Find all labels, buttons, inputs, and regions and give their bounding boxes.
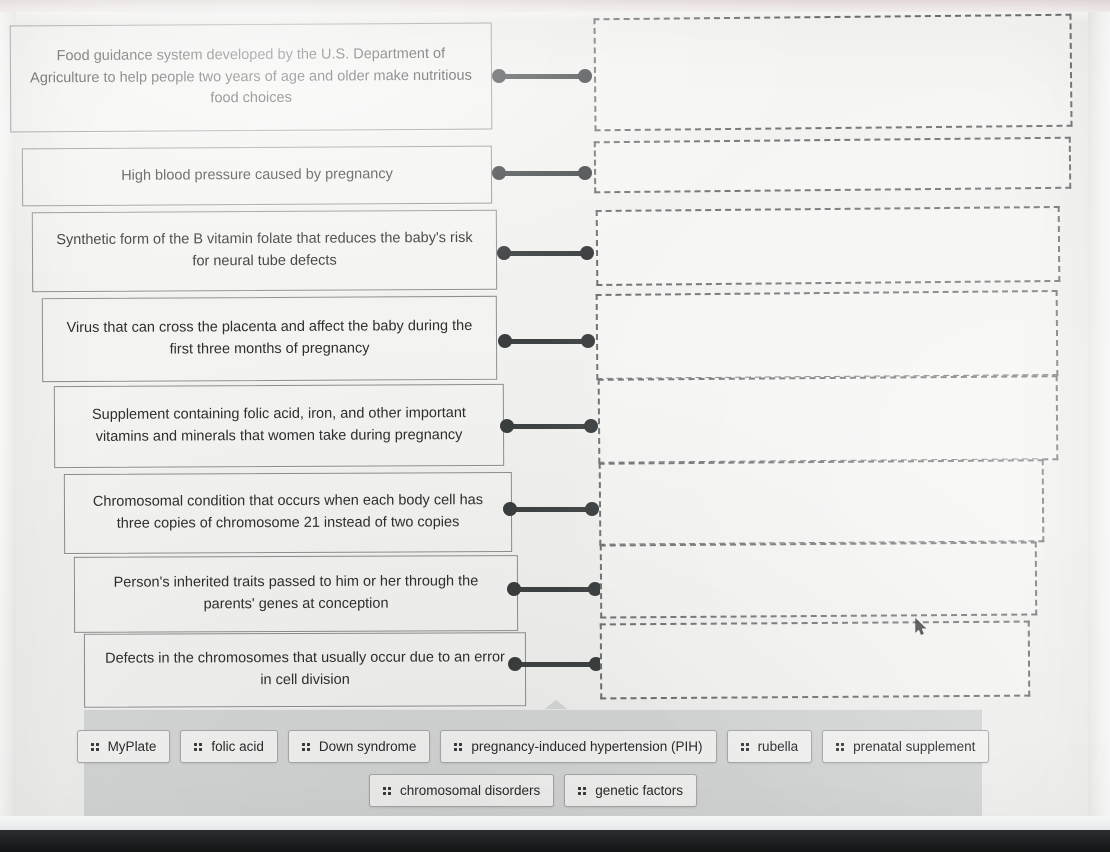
answer-chip-label: prenatal supplement <box>853 739 976 754</box>
answer-drop-zone[interactable] <box>597 375 1059 464</box>
drag-handle-icon[interactable] <box>194 742 203 751</box>
answer-chip[interactable]: pregnancy-induced hypertension (PIH) <box>440 730 717 763</box>
prompt-box: Synthetic form of the B vitamin folate t… <box>31 209 498 293</box>
match-connector[interactable] <box>498 333 595 349</box>
answer-bank-row-2: chromosomal disorders genetic factors <box>84 774 982 807</box>
answer-bank-row-1: MyPlate folic acid Down syndrome pregnancy-… <box>76 730 990 763</box>
prompt-box: Person's inherited traits passed to him … <box>73 555 519 633</box>
connector-bar <box>513 586 596 592</box>
drag-handle-icon[interactable] <box>578 786 587 795</box>
connector-knob-left[interactable] <box>492 69 506 83</box>
connector-knob-left[interactable] <box>497 246 511 260</box>
connector-bar <box>504 338 589 344</box>
prompt-text: Chromosomal condition that occurs when e… <box>92 492 484 532</box>
answer-chip[interactable]: rubella <box>726 730 813 763</box>
answer-chip[interactable]: chromosomal disorders <box>368 774 555 807</box>
connector-knob-right[interactable] <box>584 419 598 433</box>
answer-chip-label: pregnancy-induced hypertension (PIH) <box>471 739 703 754</box>
prompt-box: High blood pressure caused by pregnancy <box>21 145 493 207</box>
photographed-screen: Food guidance system developed by the U.… <box>0 0 1110 852</box>
connector-bar <box>509 506 593 512</box>
prompt-box: Food guidance system developed by the U.… <box>9 22 493 133</box>
answer-chip[interactable]: folic acid <box>180 730 278 763</box>
answer-bank-tray: MyPlate folic acid Down syndrome pregnancy-… <box>76 709 990 825</box>
prompt-box: Chromosomal condition that occurs when e… <box>63 472 513 554</box>
connector-knob-right[interactable] <box>585 502 599 516</box>
match-connector[interactable] <box>507 581 602 597</box>
answer-chip-label: chromosomal disorders <box>399 783 541 798</box>
prompt-box: Virus that can cross the placenta and af… <box>41 295 498 383</box>
connector-knob-left[interactable] <box>500 419 514 433</box>
answer-drop-zone[interactable] <box>599 541 1038 619</box>
answer-chip-label: rubella <box>757 739 799 754</box>
connector-knob-right[interactable] <box>578 166 592 180</box>
connector-knob-right[interactable] <box>581 334 595 348</box>
prompt-box: Supplement containing folic acid, iron, … <box>53 383 505 469</box>
answer-drop-zone[interactable] <box>598 459 1045 546</box>
connector-bar <box>503 250 588 256</box>
connector-bar <box>514 661 597 667</box>
screen-bottom-bezel <box>0 830 1110 852</box>
prompt-box: Defects in the chromosomes that usually … <box>83 632 527 708</box>
prompt-text: High blood pressure caused by pregnancy <box>121 166 393 184</box>
match-connector[interactable] <box>500 418 598 434</box>
answer-chip[interactable]: genetic factors <box>564 774 698 807</box>
connector-bar <box>506 423 592 429</box>
drag-handle-icon[interactable] <box>301 742 310 751</box>
drag-handle-icon[interactable] <box>90 742 99 751</box>
prompt-text: Virus that can cross the placenta and af… <box>66 318 473 358</box>
answer-drop-zone[interactable] <box>599 620 1031 700</box>
answer-chip-label: MyPlate <box>107 739 157 754</box>
connector-bar <box>498 170 586 176</box>
answer-drop-zone[interactable] <box>593 13 1073 132</box>
connector-knob-left[interactable] <box>492 166 506 180</box>
drag-handle-icon[interactable] <box>740 742 749 751</box>
connector-knob-right[interactable] <box>580 246 594 260</box>
drag-handle-icon[interactable] <box>836 742 845 751</box>
connector-knob-right[interactable] <box>578 69 592 83</box>
prompt-text: Defects in the chromosomes that usually … <box>105 649 505 689</box>
prompt-text: Synthetic form of the B vitamin folate t… <box>56 230 473 270</box>
match-connector[interactable] <box>497 245 594 261</box>
prompt-text: Supplement containing folic acid, iron, … <box>91 405 466 445</box>
answer-chip-label: genetic factors <box>595 783 684 798</box>
answer-chip[interactable]: Down syndrome <box>287 730 431 763</box>
drag-handle-icon[interactable] <box>454 742 463 751</box>
prompt-text: Person's inherited traits passed to him … <box>113 573 479 613</box>
connector-knob-left[interactable] <box>508 657 522 671</box>
answer-drop-zone[interactable] <box>593 136 1072 194</box>
answer-chip[interactable]: MyPlate <box>76 730 171 763</box>
answer-chip-label: folic acid <box>211 739 264 754</box>
match-connector[interactable] <box>492 68 592 84</box>
drag-handle-icon[interactable] <box>382 786 391 795</box>
connector-knob-left[interactable] <box>498 334 512 348</box>
prompt-text: Food guidance system developed by the U.… <box>30 45 472 107</box>
answer-chip[interactable]: prenatal supplement <box>822 730 990 763</box>
connector-knob-left[interactable] <box>503 502 517 516</box>
connector-bar <box>498 73 586 79</box>
match-connector[interactable] <box>508 656 603 672</box>
answer-chip-label: Down syndrome <box>318 739 417 754</box>
answer-drop-zone[interactable] <box>595 205 1061 287</box>
answer-drop-zone[interactable] <box>595 289 1059 381</box>
match-connector[interactable] <box>492 165 592 181</box>
match-connector[interactable] <box>503 501 599 517</box>
connector-knob-left[interactable] <box>507 582 521 596</box>
